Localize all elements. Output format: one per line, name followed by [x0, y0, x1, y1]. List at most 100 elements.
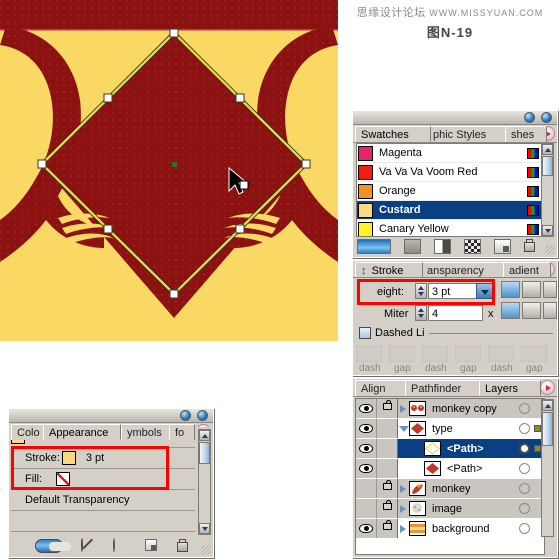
lock-toggle[interactable]: [377, 519, 398, 538]
gap-field-3[interactable]: [521, 346, 547, 362]
scrollbar-thumb[interactable]: [542, 412, 553, 446]
dash-field-1[interactable]: [356, 346, 382, 362]
appearance-toolbar[interactable]: [13, 537, 209, 555]
expand-triangle-icon[interactable]: [398, 399, 409, 418]
bevel-join-icon[interactable]: [543, 302, 557, 319]
projecting-cap-icon[interactable]: [543, 281, 557, 298]
appearance-scrollbar[interactable]: [198, 429, 211, 535]
swatches-list[interactable]: Magenta Va Va Va Voom Red Orange Custard…: [356, 143, 544, 237]
layer-row[interactable]: background: [356, 519, 544, 539]
stroke-tabrow[interactable]: ↕ Stroke ansparency adient: [353, 261, 557, 278]
scroll-up-icon[interactable]: [542, 400, 553, 411]
appearance-stroke-row[interactable]: Stroke: 3 pt: [11, 448, 195, 469]
tab-swatches[interactable]: Swatches: [355, 126, 431, 142]
scrollbar-thumb[interactable]: [542, 156, 553, 176]
visibility-toggle[interactable]: [356, 499, 377, 518]
swatches-titlebar[interactable]: [353, 111, 557, 125]
close-button[interactable]: [197, 410, 208, 421]
tab-appearance[interactable]: Appearance: [43, 424, 121, 440]
layers-scrollbar[interactable]: [541, 399, 554, 537]
scroll-down-icon[interactable]: [199, 523, 210, 534]
weight-dropdown-icon[interactable]: [476, 283, 493, 299]
tab-gradient[interactable]: adient: [503, 262, 551, 277]
swatch-libraries-icon[interactable]: [357, 238, 391, 254]
swatch-row[interactable]: Va Va Va Voom Red: [357, 163, 543, 182]
tab-transparency[interactable]: ansparency: [421, 262, 507, 277]
lock-toggle[interactable]: [377, 499, 398, 518]
butt-cap-icon[interactable]: [501, 281, 520, 298]
lock-toggle[interactable]: [377, 479, 398, 498]
miter-stepper[interactable]: [415, 305, 427, 321]
expand-triangle-icon[interactable]: [398, 479, 409, 498]
layers-list[interactable]: monkey copy type <Path> <Path> monkey im…: [355, 398, 545, 555]
layers-tabrow[interactable]: Align Pathfinder Layers: [353, 379, 557, 397]
appearance-fill-row[interactable]: Fill:: [11, 469, 195, 490]
visibility-toggle[interactable]: [356, 479, 377, 498]
stroke-panel[interactable]: ↕ Stroke ansparency adient eight: 3 pt M…: [352, 260, 558, 376]
tab-symbols[interactable]: ymbols: [121, 424, 173, 440]
scroll-up-icon[interactable]: [199, 430, 210, 441]
close-button[interactable]: [541, 112, 552, 123]
dash-field-3[interactable]: [488, 346, 514, 362]
miter-input[interactable]: 4: [428, 305, 483, 321]
tab-align[interactable]: Align: [355, 380, 409, 396]
tab-graphic-styles[interactable]: phic Styles: [427, 126, 509, 142]
swatches-toolbar[interactable]: [355, 237, 555, 255]
resize-grip[interactable]: [201, 545, 211, 555]
artwork-canvas[interactable]: [0, 0, 338, 341]
miter-join-icon[interactable]: [501, 302, 520, 319]
stroke-swatch[interactable]: [61, 451, 76, 465]
new-color-group-icon[interactable]: [434, 238, 451, 254]
swatch-row[interactable]: Canary Yellow: [357, 220, 543, 236]
appearance-transparency-row[interactable]: Default Transparency: [11, 490, 195, 511]
visibility-toggle[interactable]: [356, 459, 377, 478]
scroll-up-icon[interactable]: [542, 144, 553, 155]
layers-panel[interactable]: Align Pathfinder Layers monkey copy type…: [352, 378, 558, 558]
round-join-icon[interactable]: [522, 302, 541, 319]
swatches-scrollbar[interactable]: [541, 143, 554, 237]
expand-triangle-icon[interactable]: [398, 519, 409, 538]
tab-layers[interactable]: Layers: [479, 380, 541, 396]
target-indicator[interactable]: [519, 423, 530, 434]
delete-item-icon[interactable]: [177, 539, 191, 553]
visibility-toggle[interactable]: [356, 439, 377, 458]
layer-row[interactable]: monkey: [356, 479, 544, 499]
dash-field-2[interactable]: [422, 346, 448, 362]
swatch-row[interactable]: Orange: [357, 182, 543, 201]
tab-info[interactable]: fo: [169, 424, 195, 440]
scrollbar-thumb[interactable]: [199, 442, 210, 464]
show-swatch-kinds-icon[interactable]: [404, 238, 421, 254]
panel-menu-icon[interactable]: [540, 380, 555, 395]
expand-triangle-icon[interactable]: [398, 499, 409, 518]
round-cap-icon[interactable]: [522, 281, 541, 298]
delete-swatch-icon[interactable]: [524, 239, 536, 254]
new-swatch-icon[interactable]: [494, 238, 511, 254]
swatch-row-selected[interactable]: Custard: [357, 201, 543, 220]
visibility-toggle[interactable]: [356, 399, 377, 418]
collapse-triangle-icon[interactable]: [398, 419, 409, 438]
gap-field-1[interactable]: [389, 346, 415, 362]
layer-row[interactable]: type: [356, 419, 544, 439]
target-indicator[interactable]: [519, 403, 530, 414]
appearance-titlebar[interactable]: [9, 409, 213, 423]
target-indicator[interactable]: [519, 463, 530, 474]
target-indicator[interactable]: [519, 523, 530, 534]
appearance-tabrow[interactable]: Colo Appearance ymbols fo: [9, 423, 213, 441]
appearance-panel[interactable]: Colo Appearance ymbols fo Path Stroke: 3…: [8, 408, 214, 558]
reduce-to-basic-appearance-icon[interactable]: [113, 538, 127, 553]
target-indicator-active[interactable]: [519, 443, 530, 454]
swatch-options-icon[interactable]: [464, 238, 481, 254]
layer-row-selected[interactable]: <Path>: [356, 439, 544, 459]
clear-appearance-icon[interactable]: [81, 538, 95, 553]
layer-row[interactable]: <Path>: [356, 459, 544, 479]
swatches-panel[interactable]: Swatches phic Styles shes Magenta Va Va …: [352, 110, 558, 258]
scroll-down-icon[interactable]: [542, 225, 553, 236]
layer-row[interactable]: monkey copy: [356, 399, 544, 419]
visibility-toggle[interactable]: [356, 519, 377, 538]
visibility-toggle[interactable]: [356, 419, 377, 438]
lock-toggle[interactable]: [377, 399, 398, 418]
lock-toggle[interactable]: [377, 459, 398, 478]
collapse-button[interactable]: [180, 410, 191, 421]
dashed-line-checkbox[interactable]: [359, 327, 371, 339]
resize-grip[interactable]: [545, 245, 555, 255]
